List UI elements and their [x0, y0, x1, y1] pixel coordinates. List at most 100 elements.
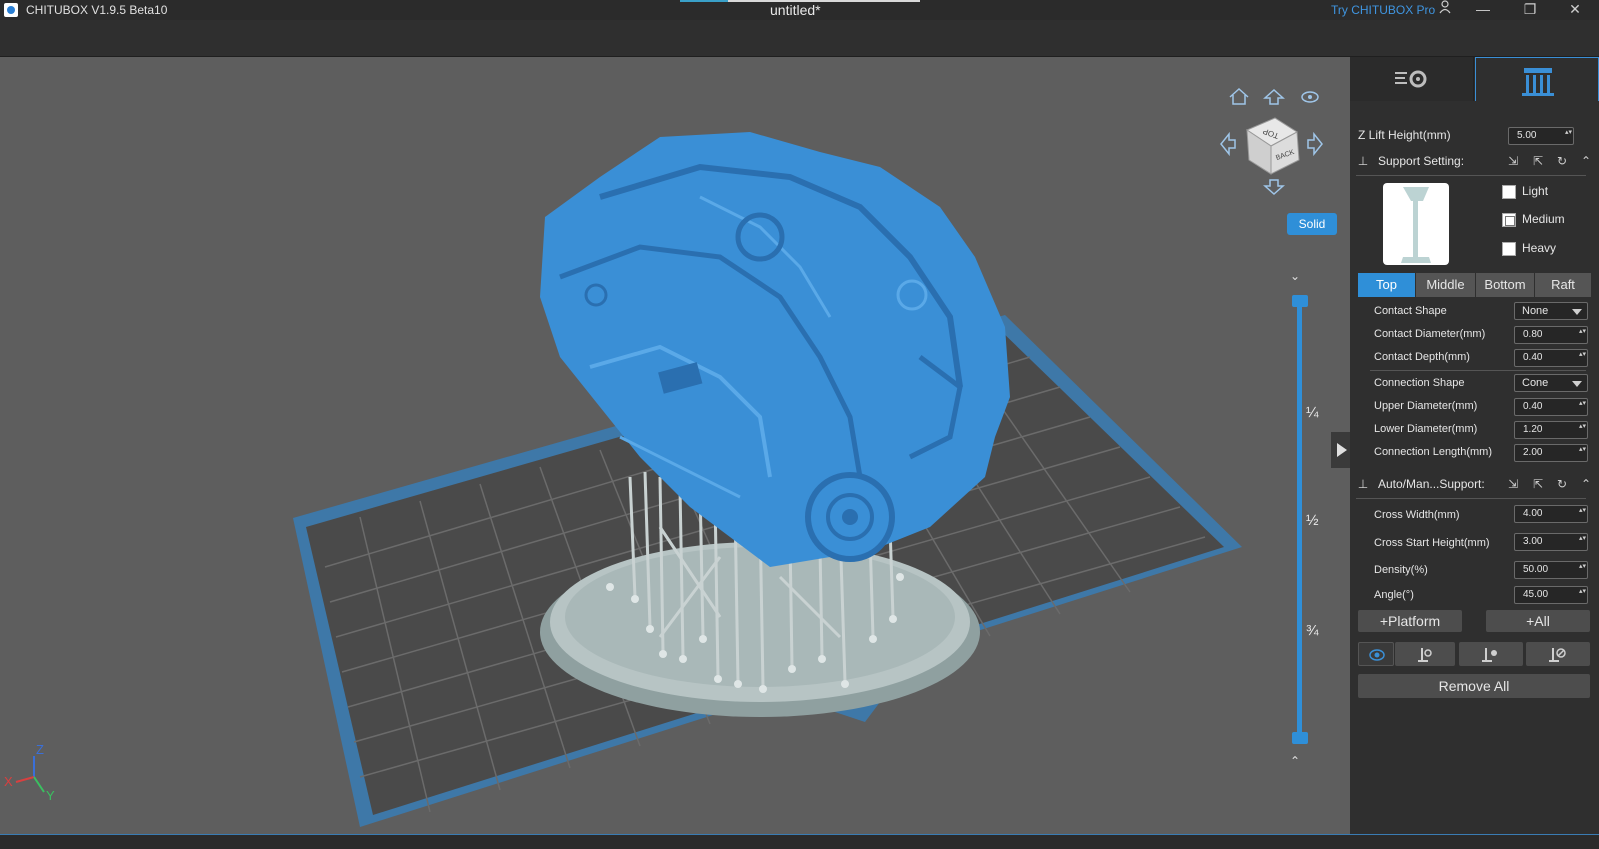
- divider: [1370, 370, 1586, 371]
- support-preview-image: [1383, 183, 1449, 265]
- upper-diameter-label: Upper Diameter(mm): [1374, 400, 1478, 412]
- title-bar: CHITUBOX V1.9.5 Beta10 untitled* Try CHI…: [0, 0, 1599, 20]
- density-input[interactable]: 50.00: [1514, 561, 1588, 579]
- slider-collapse-down-icon[interactable]: ⌄: [1290, 269, 1300, 283]
- cross-start-height-label: Cross Start Height(mm): [1374, 537, 1490, 549]
- nav-cube[interactable]: TOP BACK: [1245, 117, 1300, 175]
- z-lift-label: Z Lift Height(mm): [1358, 128, 1451, 142]
- close-icon[interactable]: ✕: [1560, 0, 1590, 20]
- support-setting-title: Support Setting:: [1378, 154, 1465, 168]
- upper-diameter-input[interactable]: 0.40: [1514, 398, 1588, 416]
- remove-support-tool[interactable]: [1526, 642, 1590, 666]
- preset-light-checkbox[interactable]: [1502, 185, 1516, 199]
- segment-raft[interactable]: Raft: [1535, 273, 1591, 297]
- support-setting-header: ⊥ Support Setting: ⇲ ⇱ ↻ ⌃: [1356, 150, 1591, 172]
- angle-input[interactable]: 45.00: [1514, 586, 1588, 604]
- axis-z-label: Z: [36, 742, 44, 757]
- preset-heavy-label: Heavy: [1522, 241, 1557, 255]
- connection-shape-value: Cone: [1522, 377, 1549, 389]
- add-platform-supports-button[interactable]: +Platform: [1358, 610, 1462, 632]
- remove-support-icon: [1549, 648, 1566, 662]
- menu-bar: [0, 20, 1599, 57]
- segment-top[interactable]: Top: [1358, 273, 1415, 297]
- export-icon[interactable]: ⇱: [1531, 154, 1545, 168]
- chevron-down-icon: [1572, 309, 1582, 315]
- import-icon[interactable]: ⇲: [1506, 477, 1520, 491]
- support-tool-icon: ⊥: [1357, 154, 1369, 168]
- toggle-supports-visibility[interactable]: [1358, 642, 1394, 666]
- cross-width-input[interactable]: 4.00: [1514, 505, 1588, 523]
- angle-label: Angle(°): [1374, 589, 1414, 601]
- account-icon[interactable]: [1430, 0, 1460, 20]
- cross-width-label: Cross Width(mm): [1374, 509, 1460, 521]
- tab-supports[interactable]: [1475, 57, 1599, 101]
- print-settings-icon: [1395, 70, 1427, 88]
- z-lift-input[interactable]: 5.00: [1508, 127, 1574, 145]
- home-view-icon[interactable]: [1229, 87, 1249, 105]
- support-tool-icon: ⊥: [1357, 477, 1369, 491]
- collapse-section-icon[interactable]: ⌃: [1579, 477, 1593, 491]
- connection-shape-label: Connection Shape: [1374, 377, 1465, 389]
- layer-slider-track[interactable]: [1297, 302, 1302, 742]
- add-all-supports-button[interactable]: +All: [1486, 610, 1590, 632]
- restore-icon[interactable]: ❐: [1515, 0, 1545, 20]
- minimize-icon[interactable]: —: [1468, 0, 1498, 20]
- preset-medium-label: Medium: [1522, 212, 1565, 226]
- axis-x-label: X: [4, 774, 13, 789]
- axis-y-label: Y: [46, 788, 55, 802]
- divider: [1356, 175, 1586, 176]
- segment-bottom[interactable]: Bottom: [1476, 273, 1534, 297]
- contact-diameter-label: Contact Diameter(mm): [1374, 328, 1486, 340]
- 3d-viewport[interactable]: TOP BACK Solid ⌄ ¼ ½ ¾ ⌃ Z X Y: [0, 57, 1350, 834]
- contact-diameter-input[interactable]: 0.80: [1514, 326, 1588, 344]
- layer-slider-bottom-handle[interactable]: [1292, 732, 1308, 744]
- scene-render[interactable]: [0, 57, 1350, 834]
- slider-mark-three-quarter: ¾: [1306, 622, 1319, 639]
- segment-middle[interactable]: Middle: [1416, 273, 1475, 297]
- collapse-section-icon[interactable]: ⌃: [1579, 154, 1593, 168]
- reset-icon[interactable]: ↻: [1555, 154, 1569, 168]
- panel-collapse-toggle[interactable]: [1331, 432, 1350, 468]
- chevron-down-icon: [1572, 381, 1582, 387]
- visibility-eye-icon[interactable]: [1301, 91, 1319, 103]
- panel-tabs: [1350, 57, 1599, 101]
- preset-medium-checkbox[interactable]: [1502, 213, 1516, 227]
- slider-collapse-up-icon[interactable]: ⌃: [1290, 754, 1300, 768]
- app-logo-icon: [4, 3, 18, 17]
- contact-depth-input[interactable]: 0.40: [1514, 349, 1588, 367]
- app-title: CHITUBOX V1.9.5 Beta10: [26, 3, 168, 17]
- preset-heavy-checkbox[interactable]: [1502, 242, 1516, 256]
- tab-print-settings[interactable]: [1350, 57, 1474, 101]
- status-bar: [0, 834, 1599, 849]
- connection-length-input[interactable]: 2.00: [1514, 444, 1588, 462]
- solid-view-button[interactable]: Solid: [1287, 213, 1337, 235]
- cross-start-height-input[interactable]: 3.00: [1514, 533, 1588, 551]
- view-down-arrow-icon[interactable]: [1263, 179, 1285, 196]
- view-navigator[interactable]: TOP BACK: [1215, 82, 1325, 202]
- contact-depth-label: Contact Depth(mm): [1374, 351, 1470, 363]
- view-right-arrow-icon[interactable]: [1307, 131, 1323, 157]
- single-support-icon: [1418, 648, 1432, 662]
- axis-gizmo: Z X Y: [4, 742, 55, 802]
- contact-shape-label: Contact Shape: [1374, 305, 1447, 317]
- add-linear-support-tool[interactable]: [1459, 642, 1523, 666]
- add-single-support-tool[interactable]: [1395, 642, 1455, 666]
- layer-slider-top-handle[interactable]: [1292, 295, 1308, 307]
- lower-diameter-label: Lower Diameter(mm): [1374, 423, 1478, 435]
- contact-shape-select[interactable]: None: [1514, 302, 1588, 320]
- remove-all-supports-button[interactable]: Remove All: [1358, 674, 1590, 698]
- eye-icon: [1369, 649, 1385, 661]
- lower-diameter-input[interactable]: 1.20: [1514, 421, 1588, 439]
- view-left-arrow-icon[interactable]: [1220, 131, 1236, 157]
- slider-mark-quarter: ¼: [1306, 404, 1319, 421]
- view-up-arrow-icon[interactable]: [1263, 88, 1285, 105]
- connection-shape-select[interactable]: Cone: [1514, 374, 1588, 392]
- import-icon[interactable]: ⇲: [1506, 154, 1520, 168]
- reset-icon[interactable]: ↻: [1555, 477, 1569, 491]
- contact-shape-value: None: [1522, 305, 1549, 317]
- document-title: untitled*: [770, 2, 821, 18]
- export-icon[interactable]: ⇱: [1531, 477, 1545, 491]
- density-label: Density(%): [1374, 564, 1428, 576]
- try-pro-link[interactable]: Try CHITUBOX Pro: [1331, 3, 1435, 17]
- support-panel: Z Lift Height(mm) 5.00 ⊥ Support Setting…: [1350, 57, 1599, 834]
